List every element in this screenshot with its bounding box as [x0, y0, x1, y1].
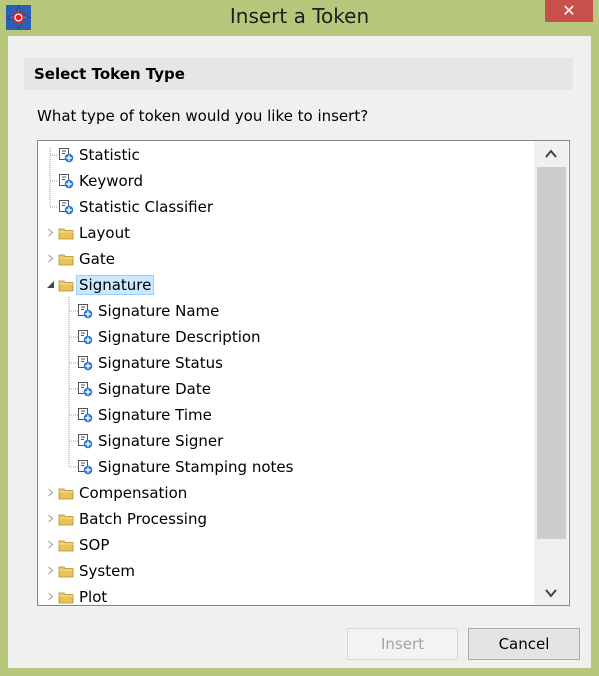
- tree-child-item-signature-status[interactable]: Signature Status: [77, 351, 226, 375]
- folder-icon: [58, 592, 74, 604]
- expand-arrow-icon[interactable]: [46, 540, 55, 549]
- tree-child-item-signature-date[interactable]: Signature Date: [77, 377, 214, 401]
- tree-item-compensation[interactable]: Compensation: [58, 481, 190, 505]
- dialog-body: Select Token Type What type of token wou…: [8, 36, 591, 668]
- tree-item-label: SOP: [79, 536, 110, 554]
- close-button[interactable]: ✕: [545, 0, 593, 22]
- folder-icon: [58, 280, 74, 292]
- folder-icon: [58, 228, 74, 240]
- expand-arrow-icon[interactable]: [46, 566, 55, 575]
- tree-item-label: Compensation: [79, 484, 188, 502]
- folder-icon: [58, 540, 74, 552]
- token-icon: [78, 408, 93, 423]
- tree-item-label: System: [79, 562, 135, 580]
- tree-item-keyword[interactable]: Keyword: [58, 169, 146, 193]
- tree-item-label: Signature Stamping notes: [98, 458, 294, 476]
- folder-icon: [58, 514, 74, 526]
- tree-child-item-signature-description[interactable]: Signature Description: [77, 325, 264, 349]
- tree-item-sop[interactable]: SOP: [58, 533, 112, 557]
- token-icon: [78, 434, 93, 449]
- tree-item-label: Signature: [76, 275, 155, 295]
- token-icon: [78, 382, 93, 397]
- tree-item-label: Signature Name: [98, 302, 220, 320]
- scrollbar-thumb[interactable]: [537, 167, 566, 539]
- tree-item-label: Batch Processing: [79, 510, 207, 528]
- expand-arrow-icon[interactable]: [46, 488, 55, 497]
- token-icon: [78, 304, 93, 319]
- tree-item-label: Signature Signer: [98, 432, 224, 450]
- collapse-arrow-icon[interactable]: [46, 280, 55, 289]
- section-header: Select Token Type: [24, 58, 573, 90]
- expand-arrow-icon[interactable]: [46, 514, 55, 523]
- folder-icon: [58, 488, 74, 500]
- tree-item-label: Statistic Classifier: [79, 198, 213, 216]
- tree-item-signature[interactable]: Signature: [58, 273, 155, 297]
- tree-item-statistic[interactable]: Statistic: [58, 143, 143, 167]
- title-bar: Insert a Token ✕: [0, 0, 599, 36]
- tree-item-label: Signature Status: [98, 354, 223, 372]
- token-icon: [59, 148, 74, 163]
- folder-icon: [58, 254, 74, 266]
- question-label: What type of token would you like to ins…: [37, 107, 369, 125]
- tree-item-label: Signature Date: [98, 380, 211, 398]
- vertical-scrollbar[interactable]: [534, 141, 568, 605]
- tree-item-label: Signature Description: [98, 328, 261, 346]
- tree-child-item-signature-stamping-notes[interactable]: Signature Stamping notes: [77, 455, 296, 479]
- token-icon: [59, 200, 74, 215]
- expand-arrow-icon[interactable]: [46, 228, 55, 237]
- token-icon: [59, 174, 74, 189]
- cancel-button[interactable]: Cancel: [468, 628, 580, 660]
- tree-item-label: Statistic: [79, 146, 140, 164]
- insert-button[interactable]: Insert: [347, 628, 458, 660]
- tree-item-label: Plot: [79, 588, 108, 606]
- window-title: Insert a Token: [229, 4, 370, 28]
- section-title: Select Token Type: [34, 65, 185, 83]
- tree-item-layout[interactable]: Layout: [58, 221, 133, 245]
- tree-item-label: Gate: [79, 250, 115, 268]
- tree-child-item-signature-signer[interactable]: Signature Signer: [77, 429, 226, 453]
- tree-item-label: Signature Time: [98, 406, 212, 424]
- tree-item-system[interactable]: System: [58, 559, 138, 583]
- tree-item-plot[interactable]: Plot: [58, 585, 110, 606]
- tree-item-statistic-classifier[interactable]: Statistic Classifier: [58, 195, 216, 219]
- expand-arrow-icon[interactable]: [46, 254, 55, 263]
- token-type-tree[interactable]: Statistic Keyword Statistic Classifier Layo…: [37, 140, 570, 606]
- token-icon: [78, 356, 93, 371]
- folder-icon: [58, 566, 74, 578]
- tree-item-batch-processing[interactable]: Batch Processing: [58, 507, 210, 531]
- scroll-up-icon[interactable]: [534, 141, 568, 165]
- tree-item-gate[interactable]: Gate: [58, 247, 118, 271]
- token-icon: [78, 330, 93, 345]
- scroll-down-icon[interactable]: [534, 581, 568, 605]
- tree-item-label: Keyword: [79, 172, 144, 190]
- token-icon: [78, 460, 93, 475]
- tree-child-item-signature-time[interactable]: Signature Time: [77, 403, 215, 427]
- expand-arrow-icon[interactable]: [46, 592, 55, 601]
- tree-item-label: Layout: [79, 224, 130, 242]
- tree-child-item-signature-name[interactable]: Signature Name: [77, 299, 222, 323]
